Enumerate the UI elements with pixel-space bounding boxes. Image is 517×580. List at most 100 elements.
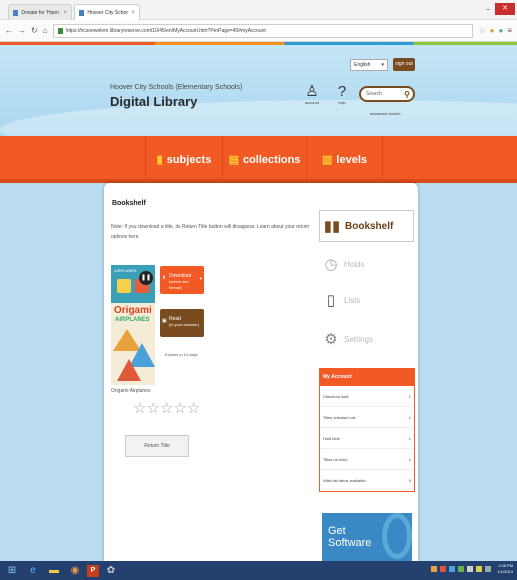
return-title-button[interactable]: Return Title	[125, 435, 189, 457]
return-notice: Note: If you download a title, its Retur…	[111, 224, 310, 240]
search-input[interactable]: Search ⚲	[359, 86, 415, 102]
close-tab-icon[interactable]: ×	[63, 10, 67, 16]
account-label: account	[304, 100, 319, 105]
forward-icon[interactable]: →	[18, 26, 26, 35]
home-icon[interactable]: ⌂	[43, 26, 48, 35]
books-icon: ▮▮	[323, 217, 341, 235]
book-title[interactable]: Origami Airplanes	[111, 388, 150, 394]
system-clock[interactable]: 1:08 PM 1/1/2014	[497, 563, 513, 575]
tray-icon[interactable]	[440, 566, 447, 572]
promo-line: Software	[328, 537, 372, 549]
book-cover[interactable]: Origami AIRPLANES	[111, 303, 155, 385]
powerpoint-icon[interactable]: P	[87, 564, 99, 577]
account-header: My Account:	[320, 369, 414, 386]
folder-icon[interactable]: ▬	[45, 563, 63, 579]
tray-icon[interactable]	[476, 566, 483, 572]
sidebar-item-lists[interactable]: ▯ Lists	[322, 292, 361, 309]
main-nav: ▮ subjects ▤ collections ▥ levels	[0, 136, 517, 183]
language-select[interactable]: English ▾	[350, 59, 388, 71]
sidebar-item-bookshelf[interactable]: ▮▮ Bookshelf	[319, 210, 414, 242]
site-title[interactable]: Digital Library	[110, 94, 197, 109]
system-tray: 1:08 PM 1/1/2014	[431, 563, 513, 575]
nav-levels[interactable]: ▥ levels	[306, 136, 383, 183]
extension-icon[interactable]: ●	[498, 26, 503, 35]
chevron-down-icon: ▾	[199, 276, 202, 282]
internet-explorer-icon[interactable]: e	[24, 563, 42, 579]
book-icon: ▮	[156, 154, 163, 166]
search-icon[interactable]: ⚲	[404, 89, 410, 101]
get-software-promo[interactable]: Get Software	[322, 513, 412, 561]
close-tab-icon[interactable]: ×	[131, 10, 135, 16]
levels-icon: ▥	[322, 154, 333, 166]
address-bar: ← → ↻ ⌂ https://hcsnewelem.libraryreserv…	[0, 20, 517, 42]
tray-icon[interactable]	[467, 566, 474, 572]
clock-icon: ◷	[324, 256, 338, 273]
nav-label: levels	[336, 153, 367, 166]
star-rating[interactable]: ☆ ☆ ☆ ☆ ☆	[133, 401, 200, 416]
sidebar-item-holds[interactable]: ◷ Holds	[322, 256, 364, 273]
account-link[interactable]: ♙ account	[300, 84, 324, 106]
advanced-search-link[interactable]: advanced search	[370, 111, 400, 116]
windows-start-icon[interactable]: ⊞	[3, 563, 21, 579]
close-window-icon[interactable]: ✕	[495, 3, 515, 15]
browser-tab-active[interactable]: Hoover City Schools (Ele ×	[74, 4, 140, 20]
extension-icon[interactable]: ●	[490, 26, 495, 35]
browser-tab-bar: Donate for 'Hann Perfect' × Hoover City …	[0, 0, 517, 20]
account-row-label: Hold limit:	[323, 436, 341, 441]
volume-icon[interactable]	[485, 566, 492, 572]
nav-subjects[interactable]: ▮ subjects	[145, 136, 222, 183]
menu-icon[interactable]: ≡	[507, 26, 512, 35]
star-icon[interactable]: ☆	[173, 401, 186, 416]
account-row-label: Checkout limit:	[323, 394, 350, 399]
reload-icon[interactable]: ↻	[31, 26, 38, 35]
sign-out-button[interactable]: sign out	[393, 58, 415, 71]
cover-subtitle: AIRPLANES	[114, 268, 137, 273]
nav-label: collections	[242, 153, 301, 166]
tab-label: Hoover City Schools (Ele	[87, 9, 129, 16]
promo-line: Get	[328, 525, 346, 537]
tab-favicon-icon	[79, 9, 85, 16]
promo-text: Get Software	[328, 525, 371, 549]
star-icon[interactable]: ☆	[187, 401, 200, 416]
window-controls: – ✕	[486, 3, 515, 15]
star-icon[interactable]: ☆	[478, 26, 485, 35]
accent-strip	[0, 42, 517, 45]
extensions: ☆ ● ● ≡	[478, 26, 512, 35]
app-icon[interactable]: ✿	[102, 563, 120, 579]
help-link[interactable]: ? help	[330, 84, 354, 106]
back-icon[interactable]: ←	[5, 26, 13, 35]
sidebar-item-settings[interactable]: ⚙ Settings	[322, 331, 373, 348]
account-row-value: 0	[408, 478, 411, 483]
account-row: Wish list items available: 0	[320, 470, 414, 491]
nav-label: subjects	[166, 153, 212, 166]
paper-plane-shape	[117, 359, 141, 381]
tray-icon[interactable]	[431, 566, 438, 572]
windows-taskbar: ⊞ e ▬ ◉ P ✿ 1:08 PM 1/1/2014	[0, 561, 517, 580]
download-sublabel: (select one format)	[169, 279, 189, 290]
read-button[interactable]: ▣ Read (in your browser)	[160, 309, 204, 337]
star-icon[interactable]: ☆	[146, 401, 159, 416]
url-field[interactable]: https://hcsnewelem.libraryreserve.com/10…	[52, 23, 474, 38]
header-wave	[0, 100, 517, 136]
tray-icon[interactable]	[449, 566, 456, 572]
star-icon[interactable]: ☆	[160, 401, 173, 416]
account-row-label: Wish list items available:	[323, 478, 367, 483]
tray-icon[interactable]	[458, 566, 465, 572]
account-row: Checkout limit: 1	[320, 386, 414, 407]
url-text: https://hcsnewelem.libraryreserve.com/10…	[65, 27, 266, 34]
minimize-icon[interactable]: –	[486, 6, 490, 13]
tab-favicon-icon	[13, 9, 19, 16]
account-row: Hold limit: 1	[320, 428, 414, 449]
expiration-text: Expires in 14 days	[165, 352, 198, 357]
browser-tab-inactive[interactable]: Donate for 'Hann Perfect' ×	[8, 4, 72, 20]
chrome-icon[interactable]: ◉	[66, 563, 84, 579]
download-button[interactable]: ⬇ Download (select one format) ▾	[160, 266, 204, 294]
promo-ring-graphic	[382, 513, 412, 559]
account-row: Titles checked out: 1	[320, 407, 414, 428]
star-icon[interactable]: ☆	[133, 401, 146, 416]
nav-collections[interactable]: ▤ collections	[222, 136, 306, 183]
gear-icon: ⚙	[324, 331, 338, 348]
account-row-label: Titles on hold:	[323, 457, 348, 462]
account-row: Titles on hold: 1	[320, 449, 414, 470]
download-icon: ⬇	[162, 275, 167, 281]
